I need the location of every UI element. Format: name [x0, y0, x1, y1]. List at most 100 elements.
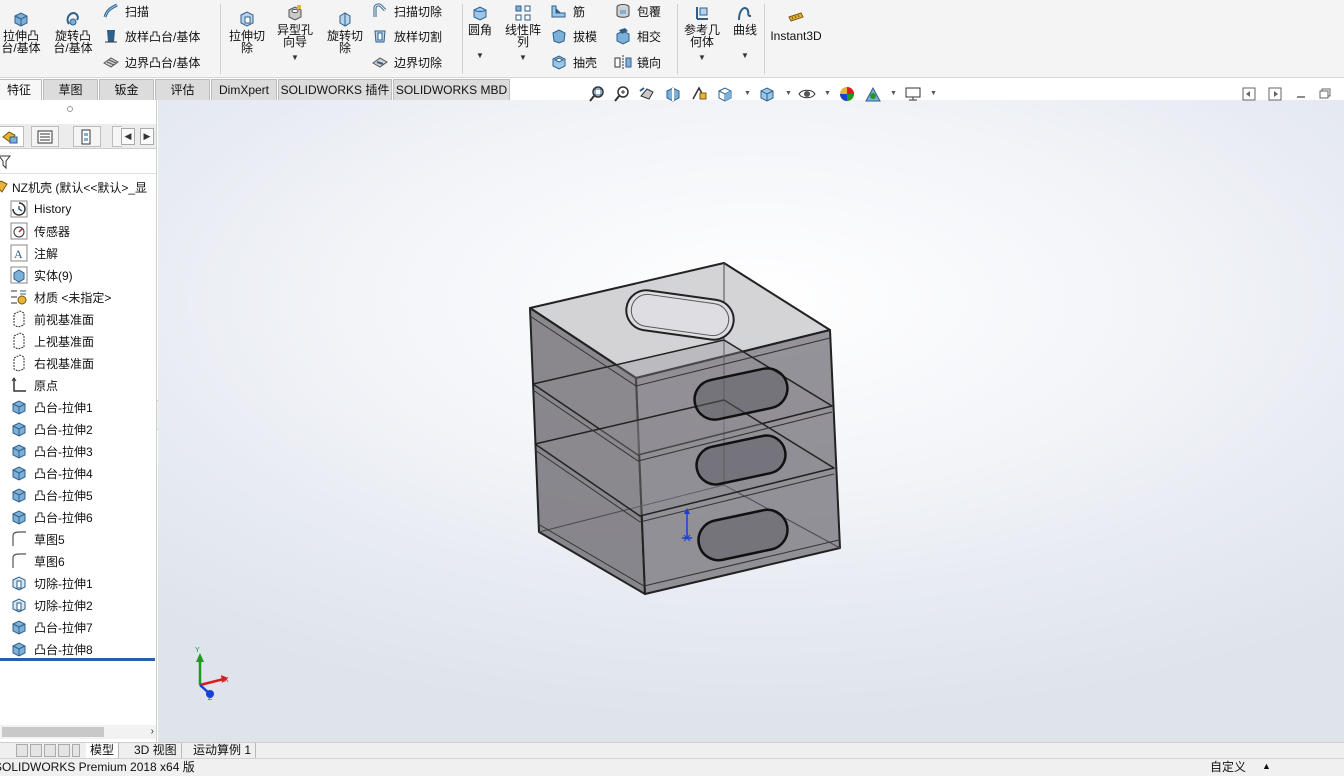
- hole-wizard-button[interactable]: 异型孔 向导 ▼: [272, 4, 318, 64]
- tab-list-icon[interactable]: [72, 744, 80, 757]
- view-settings-dropdown-icon[interactable]: ▼: [930, 90, 937, 97]
- extrude-boss-button[interactable]: 拉伸凸 台/基体: [0, 10, 44, 54]
- feature-tree-item[interactable]: 凸台-拉伸5: [10, 484, 93, 506]
- feature-tree-item[interactable]: 上视基准面: [10, 330, 94, 352]
- minimize-icon[interactable]: [1294, 87, 1308, 101]
- boundary-cut-button[interactable]: 边界切除: [371, 51, 442, 73]
- tab-dimxpert[interactable]: DimXpert: [211, 79, 277, 100]
- tab-sheet-metal[interactable]: 钣金: [99, 79, 154, 100]
- property-manager-tab[interactable]: [31, 126, 59, 147]
- mirror-button[interactable]: 镜向: [614, 51, 661, 73]
- tab-scroll-right-icon[interactable]: ▶: [140, 128, 154, 145]
- shell-button[interactable]: 抽壳: [550, 51, 597, 73]
- revolve-cut-button[interactable]: 旋转切 除: [322, 10, 368, 54]
- view-orientation-dropdown-icon[interactable]: ▼: [744, 90, 751, 97]
- swept-cut-button[interactable]: 扫描切除: [371, 0, 442, 22]
- tab-scroll-left-icon[interactable]: ◀: [121, 128, 135, 145]
- feature-tree-item[interactable]: 凸台-拉伸6: [10, 506, 93, 528]
- lofted-cut-button[interactable]: 放样切割: [371, 25, 442, 47]
- feature-tree-item[interactable]: 切除-拉伸1: [10, 572, 93, 594]
- boundary-cut-icon: [372, 57, 388, 68]
- feature-tree-item[interactable]: 实体(9): [10, 264, 73, 286]
- tab-features[interactable]: 特征: [0, 79, 42, 100]
- apply-scene-dropdown-icon[interactable]: ▼: [890, 90, 897, 97]
- feature-tree-item[interactable]: 草图6: [10, 550, 65, 572]
- feature-tree-item[interactable]: 右视基准面: [10, 352, 94, 374]
- feature-tree-item[interactable]: 凸台-拉伸7: [10, 616, 93, 638]
- feature-tree-item-label: 传感器: [34, 224, 71, 239]
- edit-appearance-icon[interactable]: [838, 85, 856, 103]
- restore-icon[interactable]: [1318, 87, 1332, 101]
- curves-button[interactable]: 曲线 ▼: [728, 4, 762, 62]
- boundary-boss-button[interactable]: 边界凸台/基体: [102, 51, 200, 73]
- hide-show-items-dropdown-icon[interactable]: ▼: [824, 90, 831, 97]
- tab-model[interactable]: 模型: [86, 743, 120, 759]
- wrap-button[interactable]: 包覆: [614, 0, 661, 22]
- scrollbar-thumb[interactable]: [2, 727, 104, 737]
- tab-solidworks-mbd[interactable]: SOLIDWORKS MBD: [393, 79, 510, 100]
- instant3d-button[interactable]: Instant3D: [768, 10, 824, 42]
- sweep-button[interactable]: 扫描: [102, 0, 149, 22]
- linear-pattern-button[interactable]: 线性阵 列 ▼: [500, 4, 546, 64]
- feature-tree-item[interactable]: 材质 <未指定>: [10, 286, 111, 308]
- configuration-manager-tab[interactable]: [73, 126, 101, 147]
- first-tab-icon[interactable]: [16, 744, 28, 757]
- hide-show-items-icon[interactable]: [798, 85, 816, 103]
- curves-dropdown-icon[interactable]: ▼: [741, 50, 749, 62]
- tab-3d-views[interactable]: 3D 视图: [130, 743, 182, 759]
- feature-manager-tab[interactable]: [0, 126, 24, 147]
- viewport-next-icon[interactable]: [1268, 87, 1282, 101]
- linear-pattern-dropdown-icon[interactable]: ▼: [519, 52, 527, 64]
- rollback-bar[interactable]: [0, 658, 155, 661]
- viewport-tile-icon[interactable]: [1242, 87, 1256, 101]
- last-tab-icon[interactable]: [58, 744, 70, 757]
- display-style-icon[interactable]: [758, 85, 776, 103]
- feature-tree-horizontal-scrollbar[interactable]: ›: [0, 725, 156, 739]
- rib-button[interactable]: 筋: [550, 0, 585, 22]
- scroll-right-icon[interactable]: ›: [151, 725, 154, 739]
- section-view-icon[interactable]: [664, 85, 682, 103]
- graphics-area[interactable]: Y X Z: [158, 100, 1344, 742]
- feature-tree-item[interactable]: 传感器: [10, 220, 70, 242]
- zoom-to-fit-icon[interactable]: [588, 85, 606, 103]
- intersect-button[interactable]: 相交: [614, 25, 661, 47]
- units-up-arrow-icon[interactable]: ▲: [1262, 758, 1271, 775]
- feature-tree-item[interactable]: A 注解: [10, 242, 58, 264]
- display-style-dropdown-icon[interactable]: ▼: [785, 90, 792, 97]
- tab-sketch[interactable]: 草图: [43, 79, 98, 100]
- intersect-label: 相交: [637, 29, 662, 44]
- feature-tree-item[interactable]: 凸台-拉伸4: [10, 462, 93, 484]
- filter-icon[interactable]: [0, 154, 12, 170]
- feature-tree-item[interactable]: 前视基准面: [10, 308, 94, 330]
- next-tab-icon[interactable]: [44, 744, 56, 757]
- view-orientation-icon[interactable]: [716, 85, 734, 103]
- zoom-to-area-icon[interactable]: [613, 85, 631, 103]
- tab-evaluate[interactable]: 评估: [155, 79, 210, 100]
- previous-tab-icon[interactable]: [30, 744, 42, 757]
- feature-tree-item[interactable]: 草图5: [10, 528, 65, 550]
- feature-tree-item[interactable]: 凸台-拉伸8: [10, 638, 93, 660]
- tab-motion-study-1[interactable]: 运动算例 1: [189, 743, 257, 759]
- feature-tree-item[interactable]: 凸台-拉伸1: [10, 396, 93, 418]
- reference-geometry-dropdown-icon[interactable]: ▼: [698, 52, 706, 64]
- fillet-dropdown-icon[interactable]: ▼: [476, 50, 484, 62]
- reference-geometry-button[interactable]: 参考几 何体 ▼: [679, 4, 725, 64]
- feature-tree-item[interactable]: 凸台-拉伸2: [10, 418, 93, 440]
- apply-scene-icon[interactable]: [864, 85, 882, 103]
- view-settings-icon[interactable]: [904, 85, 922, 103]
- feature-tree-item[interactable]: 凸台-拉伸3: [10, 440, 93, 462]
- feature-tree-item[interactable]: 切除-拉伸2: [10, 594, 93, 616]
- hole-wizard-dropdown-icon[interactable]: ▼: [291, 52, 299, 64]
- tab-solidworks-addins[interactable]: SOLIDWORKS 插件: [278, 79, 392, 100]
- draft-button[interactable]: 拔模: [550, 25, 597, 47]
- revolve-boss-button[interactable]: 旋转凸 台/基体: [50, 10, 96, 54]
- loft-boss-button[interactable]: 放样凸台/基体: [102, 25, 200, 47]
- fillet-button[interactable]: 圆角 ▼: [464, 4, 496, 62]
- previous-view-icon[interactable]: [638, 85, 656, 103]
- dynamic-annotation-views-icon[interactable]: [690, 85, 708, 103]
- units-selector[interactable]: 自定义: [1210, 759, 1246, 776]
- extrude-cut-button[interactable]: 拉伸切 除: [224, 10, 270, 54]
- tree-root-part[interactable]: NZ机壳 (默认<<默认>_显: [0, 177, 147, 197]
- feature-tree-item[interactable]: History: [10, 198, 71, 220]
- feature-tree-item[interactable]: 原点: [10, 374, 58, 396]
